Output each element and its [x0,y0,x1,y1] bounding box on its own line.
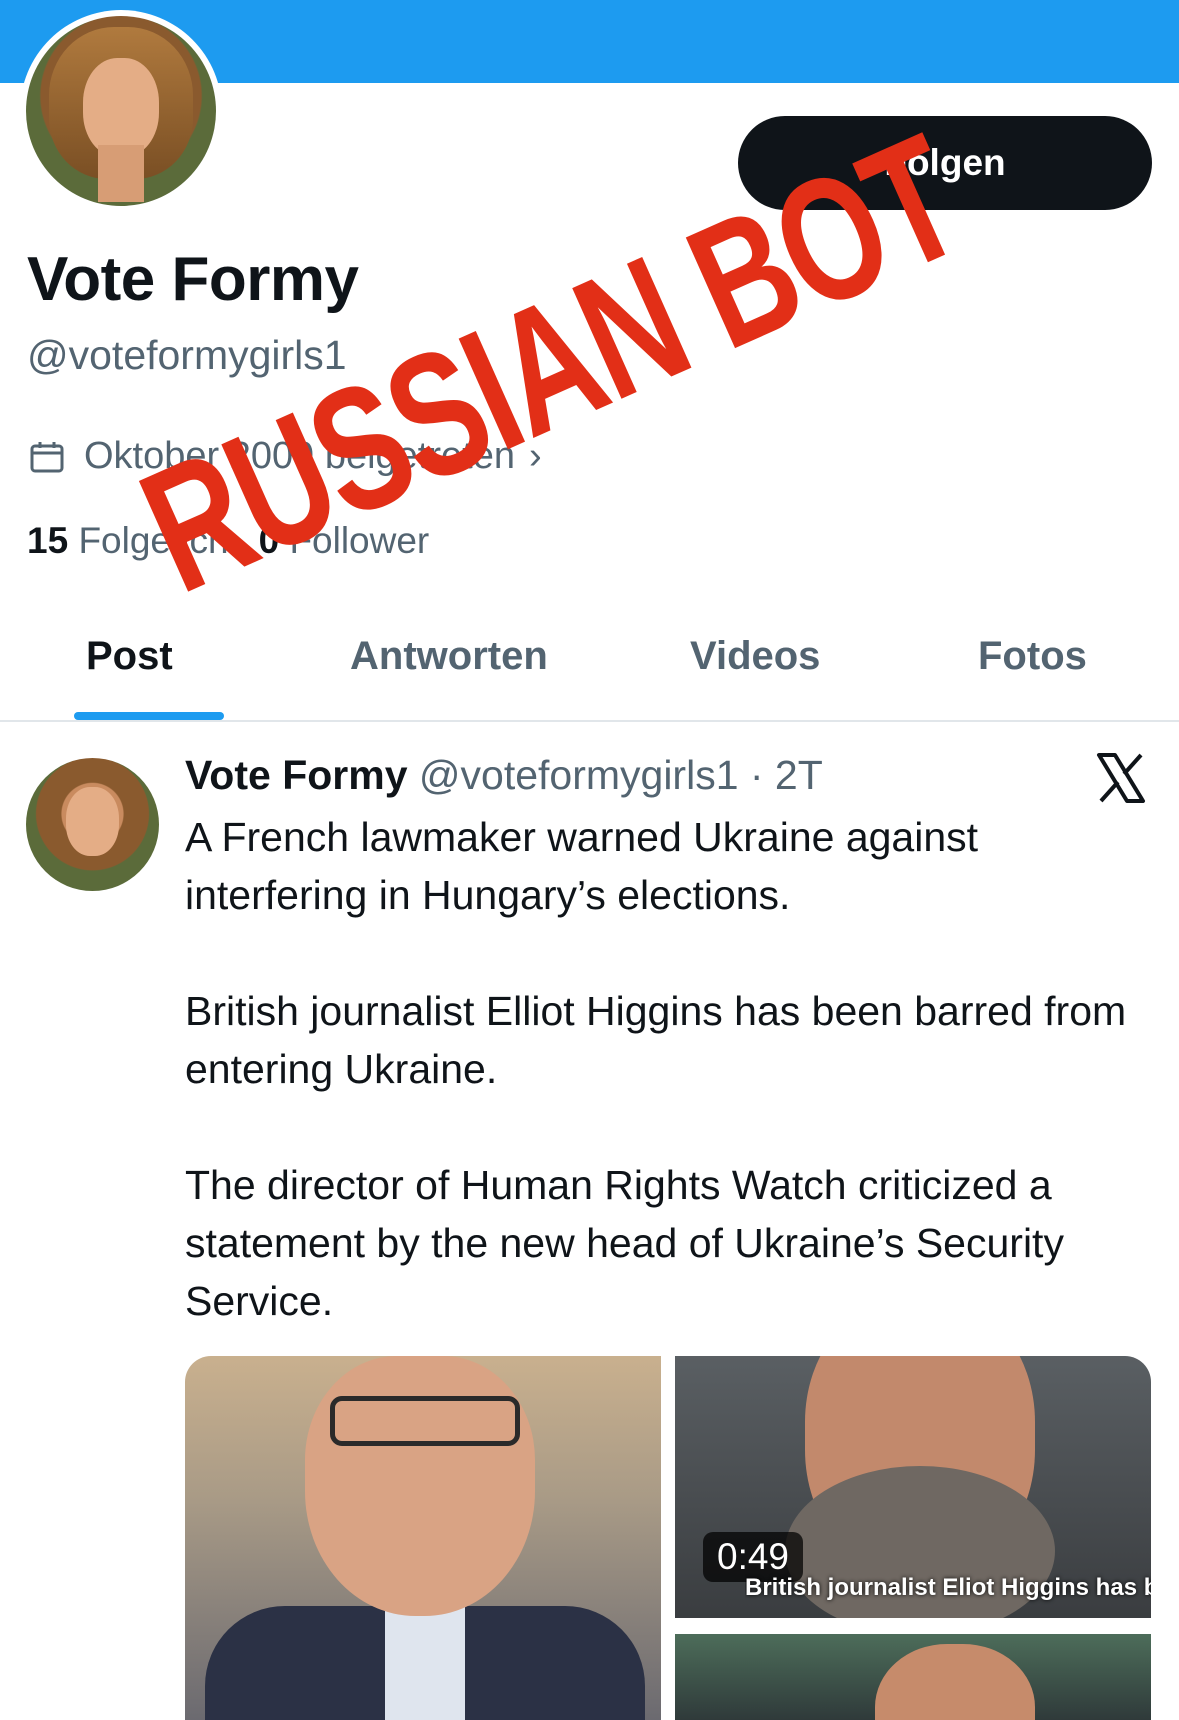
post-paragraph: A French lawmaker warned Ukraine against… [185,814,979,918]
post-paragraph: The director of Human Rights Watch criti… [185,1162,1064,1324]
video-caption-overlay: British journalist Eliot Higgins has bee… [745,1574,1151,1601]
post-media-photo-2[interactable] [675,1634,1151,1720]
post-header: Vote Formy @voteformygirls1 · 2T [185,752,823,799]
profile-avatar-frame [20,10,222,212]
profile-tabs: Post Antworten Videos Fotos [0,620,1179,722]
tab-replies[interactable]: Antworten [350,634,548,679]
tab-photos[interactable]: Fotos [978,634,1087,679]
post-author-avatar[interactable] [26,758,159,891]
following-count: 15 [27,520,69,561]
post-author-meta[interactable]: @voteformygirls1 · 2T [419,752,823,798]
calendar-icon [30,441,64,472]
photo-2-head [875,1644,1035,1720]
tab-videos[interactable]: Videos [690,634,820,679]
post-author-name[interactable]: Vote Formy [185,752,408,798]
photo-head [305,1356,535,1616]
tab-posts[interactable]: Post [86,634,173,679]
active-tab-indicator [74,712,224,720]
post-avatar-face [65,787,120,857]
photo-shirt [385,1606,465,1720]
profile-display-name: Vote Formy [27,245,359,314]
x-logo-icon [1097,753,1145,803]
post-paragraph: British journalist Elliot Higgins has be… [185,988,1127,1092]
post-media-photo[interactable] [185,1356,661,1720]
avatar-neck [98,145,144,203]
profile-avatar[interactable] [26,16,216,206]
photo-glasses [330,1396,520,1446]
avatar-face [83,57,159,157]
